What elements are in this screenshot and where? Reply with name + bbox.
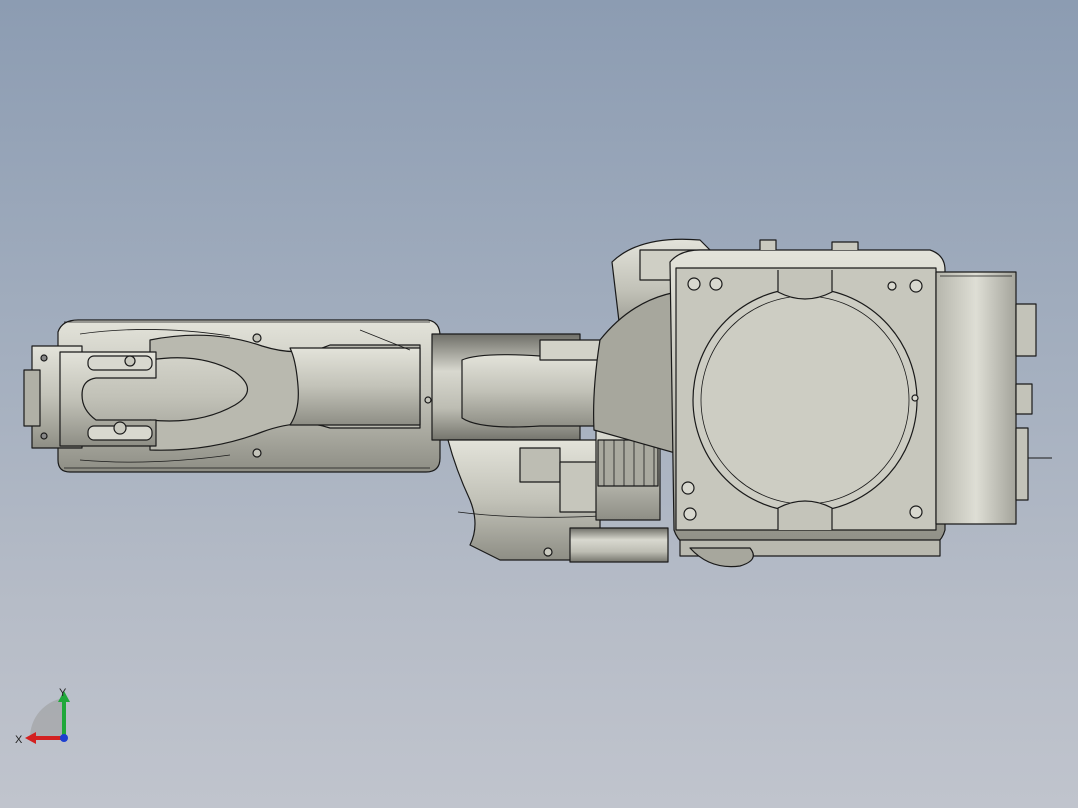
x-axis-label: X (15, 734, 23, 746)
triad-plane-icon (29, 698, 64, 738)
base-housing (669, 239, 946, 568)
graphics-viewport[interactable]: X Y (0, 0, 1078, 808)
forearm (57, 319, 441, 473)
robot-arm-model[interactable] (0, 0, 1078, 808)
coordinate-triad: X Y (15, 687, 70, 746)
y-axis-label: Y (59, 687, 67, 699)
motor-box (935, 271, 1052, 525)
z-axis-icon (60, 734, 68, 742)
